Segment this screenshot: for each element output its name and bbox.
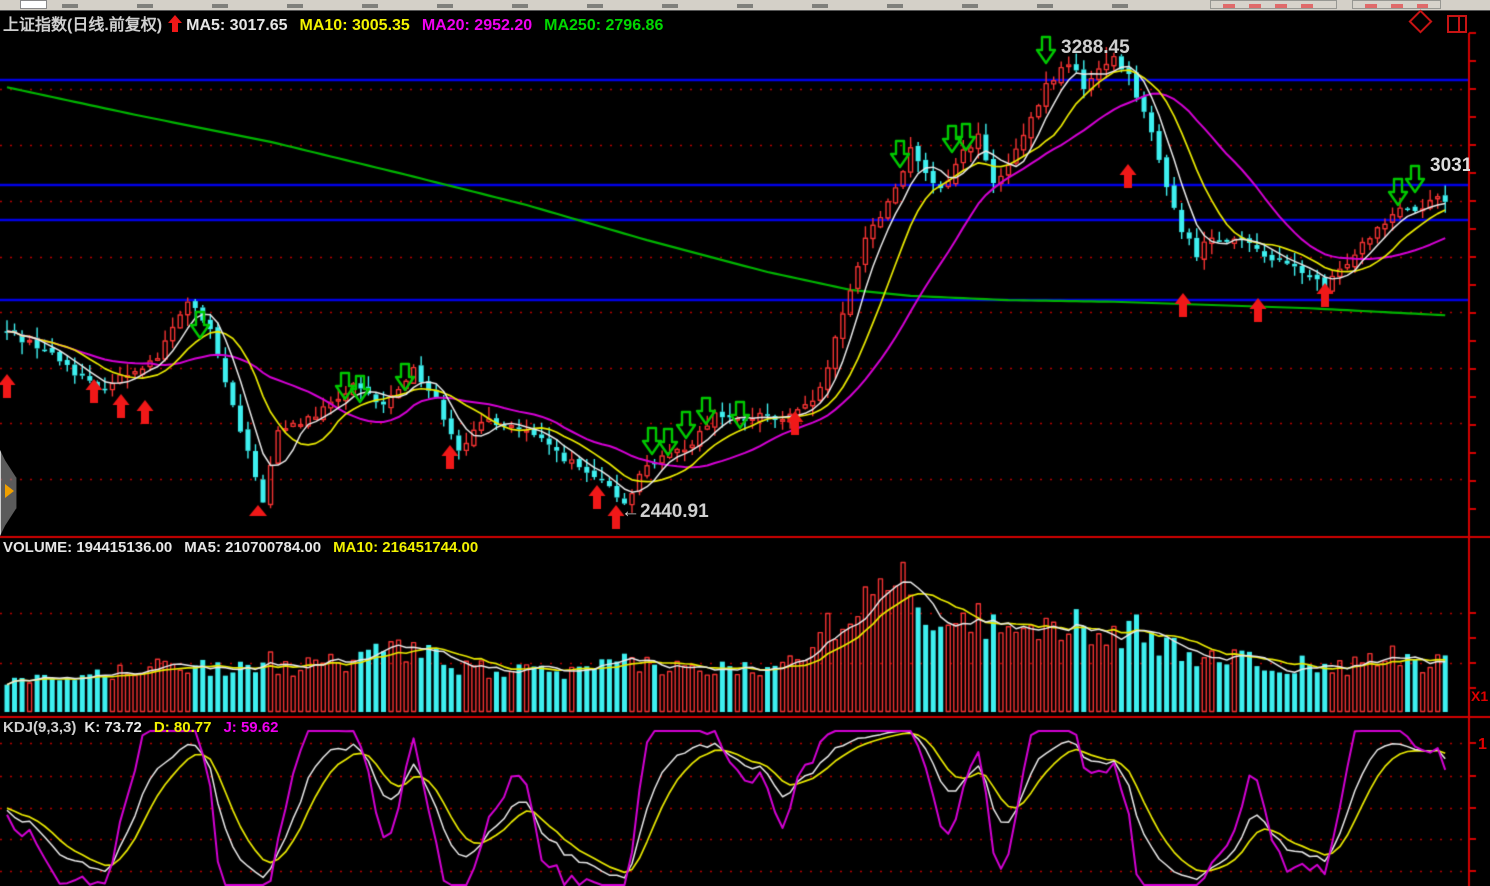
vol-ma5-label: MA5: — [184, 539, 221, 556]
chart-title: 上证指数(日线.前复权) — [3, 17, 162, 34]
vol-ma5-value: 210700784.00 — [225, 539, 321, 556]
red-up-arrow-icon — [168, 15, 182, 37]
menu-items-sliver — [62, 4, 1152, 8]
d-value: 80.77 — [174, 719, 212, 736]
volume-label: VOLUME: — [3, 539, 72, 556]
ma10-label: MA10: — [300, 17, 348, 34]
vol-ma10-label: MA10: — [333, 539, 378, 556]
ma20-value: 2952.20 — [474, 17, 532, 34]
high-price-annotation: 3288.45 — [1061, 37, 1130, 59]
ma250-label: MA250: — [544, 17, 601, 34]
expand-arrow-icon — [5, 484, 14, 498]
vol-ma10-value: 216451744.00 — [382, 539, 478, 556]
chart-canvas[interactable] — [0, 0, 1490, 886]
volume-right-label: X1 — [1471, 688, 1488, 704]
k-label: K: — [84, 719, 100, 736]
toolbar-button-1[interactable] — [1210, 0, 1337, 9]
kdj-pane-header: KDJ(9,3,3) K: 73.72 D: 80.77 J: 59.62 — [3, 719, 279, 736]
menu-bar — [0, 0, 1490, 11]
ma20-label: MA20: — [422, 17, 470, 34]
ma250-value: 2796.86 — [606, 17, 664, 34]
main-pane-header: 上证指数(日线.前复权) MA5: 3017.65 MA10: 3005.35 MA2… — [3, 11, 663, 35]
trading-app-window: { "header": { "title": "上证指数(日线.前复权)", "… — [0, 0, 1490, 886]
k-value: 73.72 — [104, 719, 142, 736]
d-label: D: — [154, 719, 170, 736]
ma10-value: 3005.35 — [352, 17, 410, 34]
split-window-icon[interactable] — [1447, 15, 1467, 33]
j-value: 59.62 — [241, 719, 279, 736]
volume-value: 194415136.00 — [76, 539, 172, 556]
kdj-right-label: 1 — [1478, 736, 1487, 754]
last-price-annotation: 3031 — [1430, 155, 1470, 177]
low-price-annotation: ←2440.91 — [621, 501, 709, 523]
kdj-indicator-label: KDJ(9,3,3) — [3, 719, 76, 736]
j-label: J: — [223, 719, 236, 736]
volume-pane-header: VOLUME: 194415136.00 MA5: 210700784.00 MA1… — [3, 539, 478, 556]
toolbar-button-2[interactable] — [1352, 0, 1441, 9]
menu-input-sliver[interactable] — [20, 0, 47, 9]
ma5-label: MA5: — [186, 17, 225, 34]
ma5-value: 3017.65 — [230, 17, 288, 34]
